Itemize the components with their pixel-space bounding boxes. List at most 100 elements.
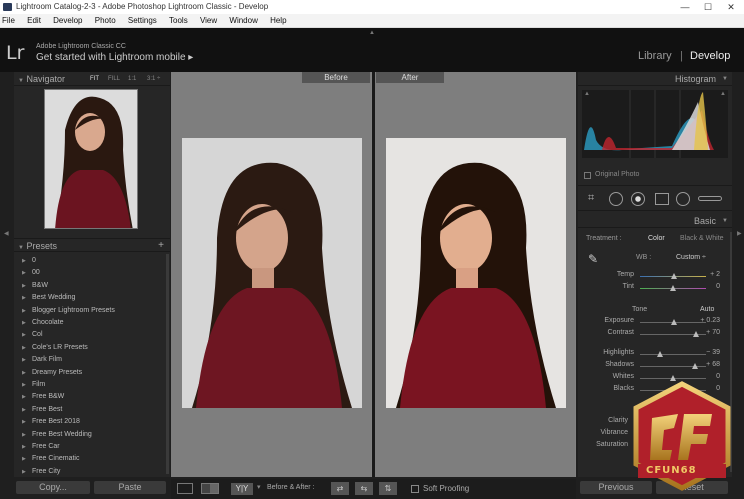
slider-handle[interactable] (671, 319, 678, 325)
menu-settings[interactable]: Settings (128, 16, 157, 25)
radial-filter-icon[interactable] (676, 192, 690, 206)
auto-tone-button[interactable]: Auto (700, 306, 714, 313)
window-title: Lightroom Catalog-2-3 - Adobe Photoshop … (16, 2, 269, 11)
slider-value[interactable]: − 39 (690, 349, 720, 356)
red-eye-icon[interactable] (631, 192, 645, 206)
presets-header[interactable]: ▼ Presets + (14, 238, 170, 252)
module-develop[interactable]: Develop (690, 50, 730, 62)
wb-select[interactable]: Custom ÷ (676, 254, 706, 261)
preset-item[interactable]: Cole's LR Presets (22, 342, 88, 354)
preset-item[interactable]: Col (22, 329, 43, 341)
loupe-view-icon[interactable] (177, 483, 193, 494)
preset-item[interactable]: Free Best (22, 404, 62, 416)
histogram-graph[interactable]: ▲ ▲ (582, 90, 728, 158)
shadow-clip-icon[interactable]: ▲ (584, 91, 590, 97)
slider-highlights[interactable]: Highlights − 39 (584, 349, 726, 361)
histogram-header[interactable]: Histogram ▼ (578, 72, 732, 86)
preset-item[interactable]: Free Car (22, 441, 60, 453)
slider-value[interactable]: + 2 (690, 271, 720, 278)
preset-item[interactable]: Free Cinematic (22, 453, 79, 465)
menu-develop[interactable]: Develop (53, 16, 82, 25)
crop-icon[interactable]: ⌗ (588, 192, 594, 205)
preset-item[interactable]: Free City (22, 466, 60, 477)
swap-icon[interactable]: ⇅ (379, 482, 397, 495)
preset-item[interactable]: B&W (22, 280, 48, 292)
preset-item[interactable]: Blogger Lightroom Presets (22, 305, 115, 317)
eyedropper-icon[interactable]: ✎ (588, 252, 598, 266)
slider-value[interactable]: 0 (690, 283, 720, 290)
slider-handle[interactable] (671, 273, 678, 279)
identity-plate: ▲ Lr Adobe Lightroom Classic CC Get star… (0, 28, 744, 72)
presence-label: Vibrance (600, 429, 628, 436)
navigator-photo (45, 90, 137, 228)
menu-photo[interactable]: Photo (95, 16, 116, 25)
treatment-color[interactable]: Color (648, 235, 665, 242)
menu-edit[interactable]: Edit (27, 16, 41, 25)
slider-value[interactable]: + 68 (690, 361, 720, 368)
module-library[interactable]: Library (638, 50, 672, 62)
slider-tint[interactable]: Tint 0 (584, 283, 726, 295)
left-panel: ▼ Navigator FIT FILL 1:1 3:1 ÷ ▼ Presets… (14, 72, 170, 477)
original-photo-label: Original Photo (595, 171, 640, 178)
preset-item[interactable]: Best Wedding (22, 292, 75, 304)
spot-removal-icon[interactable] (609, 192, 623, 206)
minimize-button[interactable]: — (674, 0, 696, 14)
wb-label: WB : (636, 254, 652, 261)
grid-view-icon[interactable] (201, 483, 219, 494)
slider-value[interactable]: 0 (690, 373, 720, 380)
adjustment-brush-icon[interactable] (698, 196, 722, 201)
slider-label: Whites (612, 373, 634, 380)
copy-before-to-after-icon[interactable]: ⇄ (331, 482, 349, 495)
preset-item[interactable]: Chocolate (22, 317, 64, 329)
preset-item[interactable]: Film (22, 379, 45, 391)
navigator-preview[interactable] (44, 89, 138, 229)
preset-item[interactable]: 0 (22, 255, 36, 267)
zoom-fill[interactable]: FILL (108, 72, 120, 86)
watermark-text: CFUN68 (646, 465, 697, 476)
before-photo[interactable] (182, 138, 362, 408)
add-preset-icon[interactable]: + (158, 239, 164, 253)
soft-proofing-checkbox[interactable] (411, 485, 419, 493)
preset-item[interactable]: Free B&W (22, 391, 64, 403)
slider-value[interactable]: + 70 (690, 329, 720, 336)
preset-item[interactable]: 00 (22, 267, 40, 279)
after-photo[interactable] (386, 138, 566, 408)
paste-button[interactable]: Paste (94, 481, 166, 494)
basic-header[interactable]: Basic ▼ (578, 214, 732, 228)
preset-item[interactable]: Dreamy Presets (22, 367, 82, 379)
menu-tools[interactable]: Tools (169, 16, 188, 25)
menu-help[interactable]: Help (270, 16, 286, 25)
mobile-link[interactable]: Get started with Lightroom mobile ▸ (36, 52, 193, 63)
collapse-top-icon[interactable]: ▲ (369, 30, 375, 36)
slider-shadows[interactable]: Shadows + 68 (584, 361, 726, 373)
presets-scrollbar[interactable] (166, 254, 169, 474)
menu-window[interactable]: Window (229, 16, 257, 25)
treatment-bw[interactable]: Black & White (680, 235, 724, 242)
collapse-triangle-icon: ▼ (18, 245, 24, 251)
collapse-left-icon[interactable]: ◀ (4, 230, 9, 237)
menu-view[interactable]: View (200, 16, 217, 25)
navigator-header[interactable]: ▼ Navigator FIT FILL 1:1 3:1 ÷ (14, 72, 170, 86)
zoom-1-1[interactable]: 1:1 (128, 72, 136, 86)
slider-handle[interactable] (670, 285, 676, 291)
slider-value[interactable]: + 0.23 (690, 317, 720, 324)
copy-after-to-before-icon[interactable]: ⇆ (355, 482, 373, 495)
graduated-filter-icon[interactable] (655, 193, 669, 205)
chevron-down-icon[interactable]: ▾ (257, 483, 261, 491)
preset-item[interactable]: Free Best Wedding (22, 429, 92, 441)
zoom-ratio[interactable]: 3:1 ÷ (147, 72, 160, 86)
slider-exposure[interactable]: Exposure + 0.23 (584, 317, 726, 329)
close-button[interactable]: ✕ (720, 0, 742, 14)
slider-contrast[interactable]: Contrast + 70 (584, 329, 726, 341)
maximize-button[interactable]: ☐ (697, 0, 719, 14)
slider-temp[interactable]: Temp + 2 (584, 271, 726, 283)
slider-handle[interactable] (656, 351, 663, 357)
zoom-fit[interactable]: FIT (90, 72, 99, 86)
preset-item[interactable]: Free Best 2018 (22, 416, 80, 428)
highlight-clip-icon[interactable]: ▲ (720, 91, 726, 97)
preset-item[interactable]: Dark Film (22, 354, 62, 366)
menu-file[interactable]: File (2, 16, 15, 25)
copy-button[interactable]: Copy... (16, 481, 90, 494)
before-after-toggle[interactable]: Y|Y (231, 483, 253, 495)
collapse-right-icon[interactable]: ▶ (737, 230, 742, 237)
